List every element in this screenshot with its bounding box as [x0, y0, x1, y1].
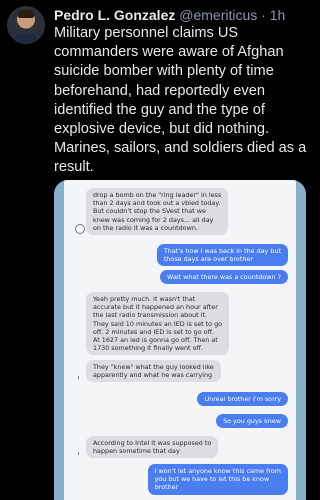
message-line: Yeah pretty much. it wasn't that	[93, 295, 196, 303]
scroll-mark	[78, 452, 79, 455]
message-line: off. 2 minutes and IED is set to go off.	[93, 327, 215, 336]
message-line: those days are over brother	[163, 255, 253, 264]
author-handle[interactable]: @emeriticus	[179, 7, 257, 23]
message-line: than 2 days and took out a vbied today.	[93, 199, 221, 208]
tweet-text-line: Marines, sailors, and soldiers died as a	[54, 140, 307, 157]
message-line: drop a bomb on the "ring leader" in less	[93, 191, 222, 199]
message-line: Wait what there was a countdown ?	[167, 273, 281, 281]
message-line: 1730 something it finally went off.	[93, 344, 203, 353]
tweet-text: Military personnel claims US commanders …	[54, 24, 308, 178]
message-line: But couldn't stop the SVest that we	[93, 207, 206, 216]
avatar-hair	[18, 10, 34, 18]
message-line: At 1627 an ied is gonna go off. Then at	[93, 336, 218, 345]
tweet-text-line: commanders were aware of Afghan	[54, 44, 284, 61]
message-bubble-received: They "knew" what the guy looked like app…	[86, 360, 221, 383]
message-bubble-received: According to Intel it was supposed to ha…	[86, 436, 219, 459]
message-line: happen sometime that day	[93, 447, 180, 456]
message-line: apparently and what he was carrying	[93, 371, 213, 380]
message-bubble-sent: So you guys knew	[216, 414, 288, 429]
tweet-text-line: suicide bomber with plenty of time	[54, 63, 274, 80]
message-line: They said 10 minutes an IED is set to go	[93, 319, 223, 328]
message-line: brother	[154, 483, 179, 492]
message-bubble-sent: I won't let anyone know this came from y…	[147, 464, 288, 495]
avatar-shirt	[13, 33, 39, 43]
message-bubble-received: Yeah pretty much. it wasn't that accurat…	[86, 292, 230, 356]
tweet-text-line: identified the guy and the type of	[54, 101, 265, 118]
attached-screenshot[interactable]: drop a bomb on the "ring leader" in less…	[54, 180, 306, 500]
tweet-header: Pedro L. Gonzalez @emeriticus · 1h	[54, 6, 307, 24]
tweet-text-line: result.	[54, 159, 94, 176]
message-bubble-sent: That's how I was back in the day but tho…	[156, 244, 288, 267]
message-line: According to Intel it was supposed to	[93, 439, 212, 447]
message-line: on the radio it was a countdown.	[93, 223, 198, 232]
header-separator: ·	[261, 7, 266, 23]
tweet-text-line: explosive device, but did nothing.	[54, 121, 269, 138]
message-line: That's how I was back in the day but	[163, 247, 281, 255]
message-line: you but we have to let this be know	[154, 475, 270, 484]
author-name[interactable]: Pedro L. Gonzalez	[54, 7, 175, 23]
message-line: the last radio transmission about it.	[93, 311, 208, 320]
read-receipt-icon	[75, 224, 85, 234]
author-avatar[interactable]	[7, 6, 45, 44]
tweet-time[interactable]: 1h	[270, 7, 286, 23]
message-line: Unreal brother I'm sorry	[204, 395, 281, 403]
message-line: knew was coming for 2 days... all day	[93, 215, 214, 224]
scroll-mark	[78, 376, 79, 379]
message-bubble-sent: Wait what there was a countdown ?	[160, 270, 288, 285]
message-line: They "knew" what the guy looked like	[93, 363, 214, 371]
tweet-text-line: Military personnel claims US	[54, 25, 239, 41]
message-line: I won't let anyone know this came from	[154, 467, 281, 475]
message-line: accurate but it happened an hour after	[93, 303, 218, 312]
message-line: So you guys knew	[223, 417, 281, 425]
chat-screen: drop a bomb on the "ring leader" in less…	[64, 180, 296, 500]
message-bubble-sent: Unreal brother I'm sorry	[197, 392, 288, 407]
tweet-text-line: beforehand, had reportedly even	[54, 82, 265, 99]
message-bubble-received: drop a bomb on the "ring leader" in less…	[86, 188, 229, 236]
